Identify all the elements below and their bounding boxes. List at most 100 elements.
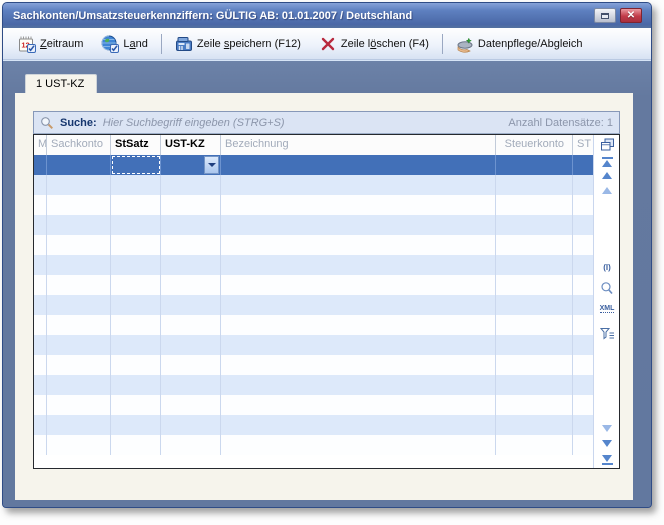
table-cell <box>111 315 161 335</box>
scroll-last-button[interactable] <box>594 455 620 465</box>
table-cell <box>573 275 594 295</box>
table-cell <box>34 215 47 235</box>
close-icon: ✕ <box>627 10 635 21</box>
toolbar-delete-row-button[interactable]: Zeile löschen (F4) <box>310 32 438 56</box>
titlebar[interactable]: Sachkonten/Umsatzsteuerkennziffern: GÜLT… <box>3 3 651 28</box>
table-cell <box>161 195 221 215</box>
table-cell <box>34 275 47 295</box>
tab-ust-kz[interactable]: 1 UST-KZ <box>25 74 97 93</box>
scroll-prev-fast-button[interactable] <box>594 172 620 179</box>
table-cell <box>496 255 573 275</box>
calendar-icon: 12 <box>18 35 36 53</box>
select-columns-button[interactable] <box>594 138 620 152</box>
grid-nav-strip: (I) XML <box>593 135 619 468</box>
table-cell <box>34 415 47 435</box>
table-cell <box>111 415 161 435</box>
toolbar-separator <box>161 34 162 54</box>
table-cell <box>573 255 594 275</box>
table-cell <box>496 155 573 175</box>
search-label: Suche: <box>60 117 97 129</box>
globe-icon <box>101 35 119 53</box>
table-cell <box>111 355 161 375</box>
scroll-next-button[interactable] <box>594 425 620 432</box>
table-row[interactable] <box>34 295 619 315</box>
table-cell <box>47 175 111 195</box>
table-cell <box>496 355 573 375</box>
data-grid: M Sachkonto StSatz UST-KZ Bezeichnung St… <box>33 134 620 469</box>
table-cell <box>573 375 594 395</box>
restore-button[interactable] <box>594 8 616 23</box>
table-cell <box>34 375 47 395</box>
toolbar-save-row-button[interactable]: Zeile speichern (F12) <box>166 32 310 56</box>
record-count: Anzahl Datensätze: 1 <box>508 117 613 129</box>
app-window: Sachkonten/Umsatzsteuerkennziffern: GÜLT… <box>2 2 652 508</box>
table-cell <box>111 295 161 315</box>
table-row[interactable] <box>34 395 619 415</box>
table-cell <box>161 175 221 195</box>
col-header-st[interactable]: ST <box>573 135 594 155</box>
table-row[interactable] <box>34 335 619 355</box>
toolbar-land-button[interactable]: Land <box>92 32 157 56</box>
toolbar-save-row-label: Zeile speichern (F12) <box>197 38 301 50</box>
table-row[interactable] <box>34 315 619 335</box>
scroll-first-button[interactable] <box>594 157 620 167</box>
table-row[interactable] <box>34 155 619 175</box>
brackets-button[interactable]: (I) <box>594 263 620 272</box>
table-cell <box>221 435 496 455</box>
chevron-down-icon <box>208 163 216 167</box>
table-row[interactable] <box>34 375 619 395</box>
table-cell <box>34 155 47 175</box>
table-row[interactable] <box>34 215 619 235</box>
col-header-steuerkonto[interactable]: Steuerkonto <box>496 135 573 155</box>
table-cell <box>34 175 47 195</box>
col-header-stsatz[interactable]: StSatz <box>111 135 161 155</box>
table-cell <box>573 355 594 375</box>
table-row[interactable] <box>34 415 619 435</box>
toolbar-datenpflege-button[interactable]: Datenpflege/Abgleich <box>447 32 592 56</box>
table-cell <box>161 315 221 335</box>
ust-kz-dropdown[interactable] <box>204 156 219 174</box>
table-row[interactable] <box>34 195 619 215</box>
table-row[interactable] <box>34 435 619 455</box>
window-title: Sachkonten/Umsatzsteuerkennziffern: GÜLT… <box>3 10 412 22</box>
toolbar-delete-row-label: Zeile löschen (F4) <box>341 38 429 50</box>
table-cell <box>47 355 111 375</box>
table-cell <box>111 195 161 215</box>
table-row[interactable] <box>34 175 619 195</box>
table-cell <box>47 195 111 215</box>
table-cell <box>34 295 47 315</box>
table-cell <box>573 295 594 315</box>
table-cell <box>34 255 47 275</box>
table-cell <box>111 155 161 175</box>
scroll-next-fast-button[interactable] <box>594 440 620 447</box>
col-header-m[interactable]: M <box>34 135 47 155</box>
col-header-bezeichnung[interactable]: Bezeichnung <box>221 135 496 155</box>
table-row[interactable] <box>34 235 619 255</box>
toolbar-datenpflege-label: Datenpflege/Abgleich <box>478 38 583 50</box>
toolbar-zeitraum-button[interactable]: 12 Zeitraum <box>9 32 92 56</box>
search-input[interactable] <box>103 117 503 129</box>
scroll-prev-button[interactable] <box>594 187 620 194</box>
table-cell <box>221 155 496 175</box>
table-cell <box>47 435 111 455</box>
table-row[interactable] <box>34 275 619 295</box>
table-cell <box>573 395 594 415</box>
filter-button[interactable] <box>594 327 620 340</box>
xml-button[interactable]: XML <box>594 305 620 313</box>
table-cell <box>573 175 594 195</box>
table-cell <box>111 375 161 395</box>
toolbar-zeitraum-label: Zeitraum <box>40 38 83 50</box>
grid-header-row: M Sachkonto StSatz UST-KZ Bezeichnung St… <box>34 135 619 155</box>
grid-search-button[interactable] <box>594 281 620 296</box>
col-header-sachkonto[interactable]: Sachkonto <box>47 135 111 155</box>
table-row[interactable] <box>34 255 619 275</box>
toolbar-separator <box>442 34 443 54</box>
table-cell <box>111 215 161 235</box>
table-row[interactable] <box>34 355 619 375</box>
data-maintenance-icon <box>456 35 474 53</box>
table-cell <box>47 395 111 415</box>
col-header-ust-kz[interactable]: UST-KZ <box>161 135 221 155</box>
close-button[interactable]: ✕ <box>620 8 642 23</box>
table-cell <box>161 355 221 375</box>
table-cell <box>496 195 573 215</box>
